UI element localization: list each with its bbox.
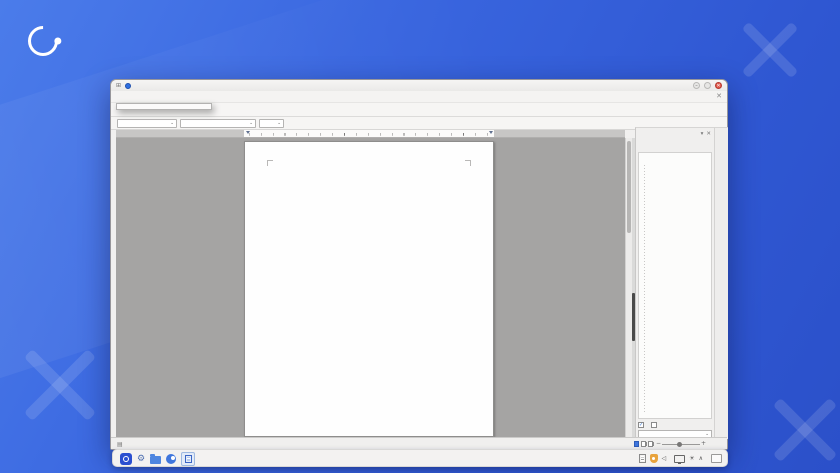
scrollbar-thumb[interactable] xyxy=(627,141,631,233)
libreoffice-writer-window: ⊞ – ✕ ✕ ⌄ ⌄ ⌄ ▾ ✕ xyxy=(110,79,728,450)
sidebar-tab-strip xyxy=(714,127,728,439)
network-icon[interactable] xyxy=(674,455,685,463)
settings-icon[interactable]: ⚙ xyxy=(137,453,145,465)
multi-page-view-icon[interactable] xyxy=(641,441,646,447)
zoom-slider[interactable]: − + xyxy=(656,440,706,448)
zoom-slider-thumb[interactable] xyxy=(677,442,682,447)
document-page[interactable] xyxy=(244,141,494,437)
menubar-items xyxy=(111,91,727,102)
single-page-view-icon[interactable] xyxy=(634,441,639,447)
font-name-combo[interactable]: ⌄ xyxy=(180,119,256,128)
horizontal-ruler[interactable] xyxy=(116,130,625,138)
window-menu-icon[interactable]: ⊞ xyxy=(116,82,121,89)
clipboard-tray-icon[interactable] xyxy=(639,454,646,463)
writer-task-icon[interactable] xyxy=(181,452,195,466)
volume-icon[interactable]: ◁ xyxy=(662,455,667,462)
file-manager-icon[interactable] xyxy=(150,456,161,464)
rosa-logo xyxy=(28,26,69,56)
brightness-icon[interactable]: ☀ xyxy=(689,455,694,462)
browser-icon[interactable] xyxy=(166,454,176,464)
close-document-icon[interactable]: ✕ xyxy=(716,92,722,101)
margin-mark xyxy=(465,160,471,166)
tray-expand-icon[interactable]: ∧ xyxy=(699,455,703,462)
preview-checkbox[interactable]: ✓ xyxy=(638,422,644,428)
indent-marker[interactable] xyxy=(489,131,493,134)
margin-mark xyxy=(267,160,273,166)
ruler-active-area xyxy=(244,130,494,137)
desktop-cross-decoration xyxy=(765,390,840,470)
styles-panel-toolbar xyxy=(638,139,712,151)
desktop-cross-decoration xyxy=(15,340,105,430)
styles-panel: ▾ ✕ ✓ ⌄ xyxy=(635,127,714,439)
zoom-in-icon[interactable]: + xyxy=(701,440,706,448)
page-status-icon: ▤ xyxy=(117,441,123,448)
maximize-button[interactable] xyxy=(704,82,711,89)
update-shield-icon[interactable] xyxy=(650,454,658,463)
styles-list xyxy=(638,152,712,419)
tree-guide-line xyxy=(644,165,645,414)
file-menu xyxy=(116,103,212,110)
indent-marker[interactable] xyxy=(246,131,250,134)
close-button[interactable]: ✕ xyxy=(715,82,722,89)
document-area[interactable] xyxy=(116,138,625,439)
book-view-icon[interactable] xyxy=(648,441,653,447)
paragraph-style-combo[interactable]: ⌄ xyxy=(117,119,177,128)
taskbar: ⚙ ◁ ☀ ∧ xyxy=(112,449,728,467)
minimize-button[interactable]: – xyxy=(693,82,700,89)
highlight-checkbox[interactable] xyxy=(651,422,657,428)
rosa-menu-button[interactable] xyxy=(120,453,132,465)
panel-close-icon[interactable]: ✕ xyxy=(706,131,711,137)
rosa-logo-icon xyxy=(22,20,64,62)
view-layout-buttons xyxy=(634,441,653,447)
app-icon xyxy=(125,83,131,89)
document-scrollbar[interactable] xyxy=(625,138,632,439)
zoom-out-icon[interactable]: − xyxy=(656,440,661,448)
show-desktop-button[interactable] xyxy=(711,454,722,463)
statusbar: ▤ − + xyxy=(111,437,727,449)
font-size-combo[interactable]: ⌄ xyxy=(259,119,284,128)
panel-undock-icon[interactable]: ▾ xyxy=(701,131,704,137)
desktop-cross-decoration xyxy=(735,15,805,85)
